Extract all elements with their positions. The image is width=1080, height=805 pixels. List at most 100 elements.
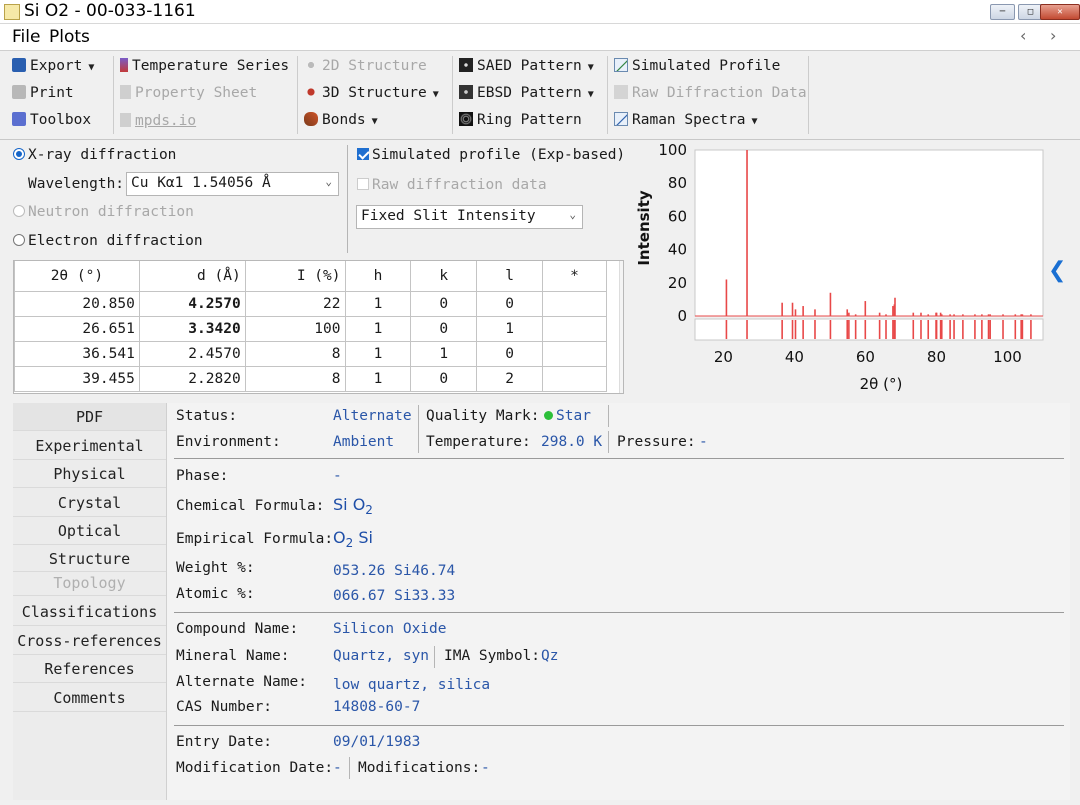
toolbox-button[interactable]: Toolbox <box>12 112 91 128</box>
forward-arrow-icon[interactable]: › <box>1050 26 1056 45</box>
table-header-row: 2θ (°) d (Å) I (%) h k l * <box>14 261 607 292</box>
column-header[interactable]: I (%) <box>244 261 346 292</box>
simulated-profile-button[interactable]: Simulated Profile <box>614 58 780 74</box>
toolbar-divider <box>297 56 298 134</box>
raw-diffraction-checkbox[interactable]: Raw diffraction data <box>357 177 547 193</box>
table-cell: 20.850 <box>14 290 140 317</box>
table-row[interactable]: 20.850 4.2570 22 1 0 0 <box>14 290 607 317</box>
table-cell: 0 <box>410 290 478 317</box>
temperature-value: 298.0 K <box>541 434 603 450</box>
y-tick-label: 80 <box>668 174 687 192</box>
dropdown-arrow-icon: ▼ <box>587 62 594 73</box>
printer-icon <box>12 85 26 99</box>
table-cell: 1 <box>410 340 478 367</box>
table-row[interactable]: 39.455 2.2820 8 1 0 2 <box>14 365 607 392</box>
nav-item-pdf[interactable]: PDF <box>13 403 166 431</box>
table-row[interactable]: 36.541 2.4570 8 1 1 0 <box>14 340 607 367</box>
nav-item-physical[interactable]: Physical <box>13 460 166 488</box>
mpds-link[interactable]: mpds.io <box>120 113 196 129</box>
raw-diffraction-data-button[interactable]: Raw Diffraction Data <box>614 85 807 101</box>
menu-plots[interactable]: Plots <box>49 27 90 47</box>
field-divider <box>418 405 419 453</box>
saed-pattern-button[interactable]: SAED Pattern ▼ <box>459 58 594 74</box>
column-header[interactable]: d (Å) <box>138 261 246 292</box>
neutron-diffraction-radio[interactable]: Neutron diffraction <box>13 204 194 220</box>
field-divider <box>434 646 435 668</box>
table-cell: 4.2570 <box>138 290 246 317</box>
y-tick-label: 60 <box>668 207 687 225</box>
table-scrollbar[interactable] <box>619 261 623 393</box>
peak-table: 2θ (°) d (Å) I (%) h k l * 20.850 4.2570… <box>13 260 624 394</box>
nav-item-structure[interactable]: Structure <box>13 546 166 572</box>
column-header[interactable]: 2θ (°) <box>14 261 140 292</box>
field-divider <box>349 757 350 779</box>
section-nav: PDF Experimental Physical Crystal Optica… <box>13 403 166 800</box>
nav-item-experimental[interactable]: Experimental <box>13 432 166 460</box>
intensity-mode-select[interactable]: Fixed Slit Intensity ⌄ <box>356 205 583 229</box>
table-cell: 1 <box>344 315 412 342</box>
bonds-button[interactable]: Bonds ▼ <box>304 112 378 128</box>
table-cell <box>542 340 607 367</box>
column-header[interactable]: * <box>542 261 607 292</box>
mineral-name-value: Quartz, syn <box>333 648 430 664</box>
electron-diffraction-radio[interactable]: Electron diffraction <box>13 233 203 249</box>
x-tick-label: 20 <box>714 348 733 366</box>
weight-percent-value: 053.26 Si46.74 <box>333 563 456 579</box>
nav-item-classifications[interactable]: Classifications <box>13 598 166 626</box>
nav-item-optical[interactable]: Optical <box>13 517 166 545</box>
temperature-label: Temperature: <box>426 434 531 450</box>
entry-date-label: Entry Date: <box>176 734 273 750</box>
radio-icon <box>13 205 25 217</box>
cas-number-label: CAS Number: <box>176 699 273 715</box>
compound-name-value: Silicon Oxide <box>333 621 447 637</box>
x-tick-label: 100 <box>993 348 1022 366</box>
wavelength-select[interactable]: Cu Kα1 1.54056 Å ⌄ <box>126 172 339 196</box>
temperature-series-button[interactable]: Temperature Series <box>120 58 289 74</box>
column-header[interactable]: k <box>410 261 478 292</box>
property-sheet-button[interactable]: Property Sheet <box>120 85 257 101</box>
nav-item-topology[interactable]: Topology <box>13 572 166 596</box>
entry-date-value: 09/01/1983 <box>333 734 421 750</box>
table-row[interactable]: 26.651 3.3420 100 1 0 1 <box>14 315 607 342</box>
dropdown-arrow-icon: ▼ <box>432 89 439 100</box>
nav-item-cross-references[interactable]: Cross-references <box>13 627 166 655</box>
alternate-name-value: low quartz, silica <box>333 677 491 693</box>
empirical-formula-value: O2 Si <box>333 528 373 550</box>
dropdown-arrow-icon: ▼ <box>587 89 594 100</box>
menu-file[interactable]: File <box>12 27 40 47</box>
column-header[interactable]: h <box>344 261 412 292</box>
simulated-profile-checkbox[interactable]: Simulated profile (Exp-based) <box>357 147 625 163</box>
close-button[interactable]: ✕ <box>1040 4 1080 20</box>
nav-item-crystal[interactable]: Crystal <box>13 489 166 517</box>
nav-item-comments[interactable]: Comments <box>13 684 166 712</box>
table-cell: 8 <box>244 340 346 367</box>
table-cell <box>542 365 607 392</box>
column-header[interactable]: l <box>476 261 544 292</box>
3d-structure-button[interactable]: 3D Structure ▼ <box>304 85 439 101</box>
xray-diffraction-radio[interactable]: X-ray diffraction <box>13 147 176 163</box>
table-cell: 1 <box>344 365 412 392</box>
field-divider <box>608 431 609 453</box>
minimize-button[interactable]: ─ <box>990 4 1015 20</box>
chemical-formula-label: Chemical Formula: <box>176 498 325 514</box>
table-cell: 2 <box>476 365 544 392</box>
collapse-panel-arrow-icon[interactable]: ❮ <box>1048 258 1066 283</box>
x-tick-label: 60 <box>856 348 875 366</box>
thermometer-icon <box>120 58 128 72</box>
cas-number-value: 14808-60-7 <box>333 699 421 715</box>
quality-mark-value: Star <box>544 408 591 424</box>
table-cell: 0 <box>476 340 544 367</box>
ring-pattern-button[interactable]: Ring Pattern <box>459 112 582 128</box>
y-axis-label: Intensity <box>635 190 653 266</box>
table-cell: 1 <box>476 315 544 342</box>
ebsd-pattern-button[interactable]: EBSD Pattern ▼ <box>459 85 594 101</box>
mineral-name-label: Mineral Name: <box>176 648 290 664</box>
export-button[interactable]: Export ▼ <box>12 58 94 74</box>
ebsd-icon <box>459 85 473 99</box>
nav-item-references[interactable]: References <box>13 655 166 683</box>
back-arrow-icon[interactable]: ‹ <box>1020 26 1026 45</box>
weight-percent-label: Weight %: <box>176 560 255 576</box>
raman-spectra-button[interactable]: Raman Spectra ▼ <box>614 112 758 128</box>
2d-structure-button[interactable]: 2D Structure <box>304 58 427 74</box>
print-button[interactable]: Print <box>12 85 74 101</box>
